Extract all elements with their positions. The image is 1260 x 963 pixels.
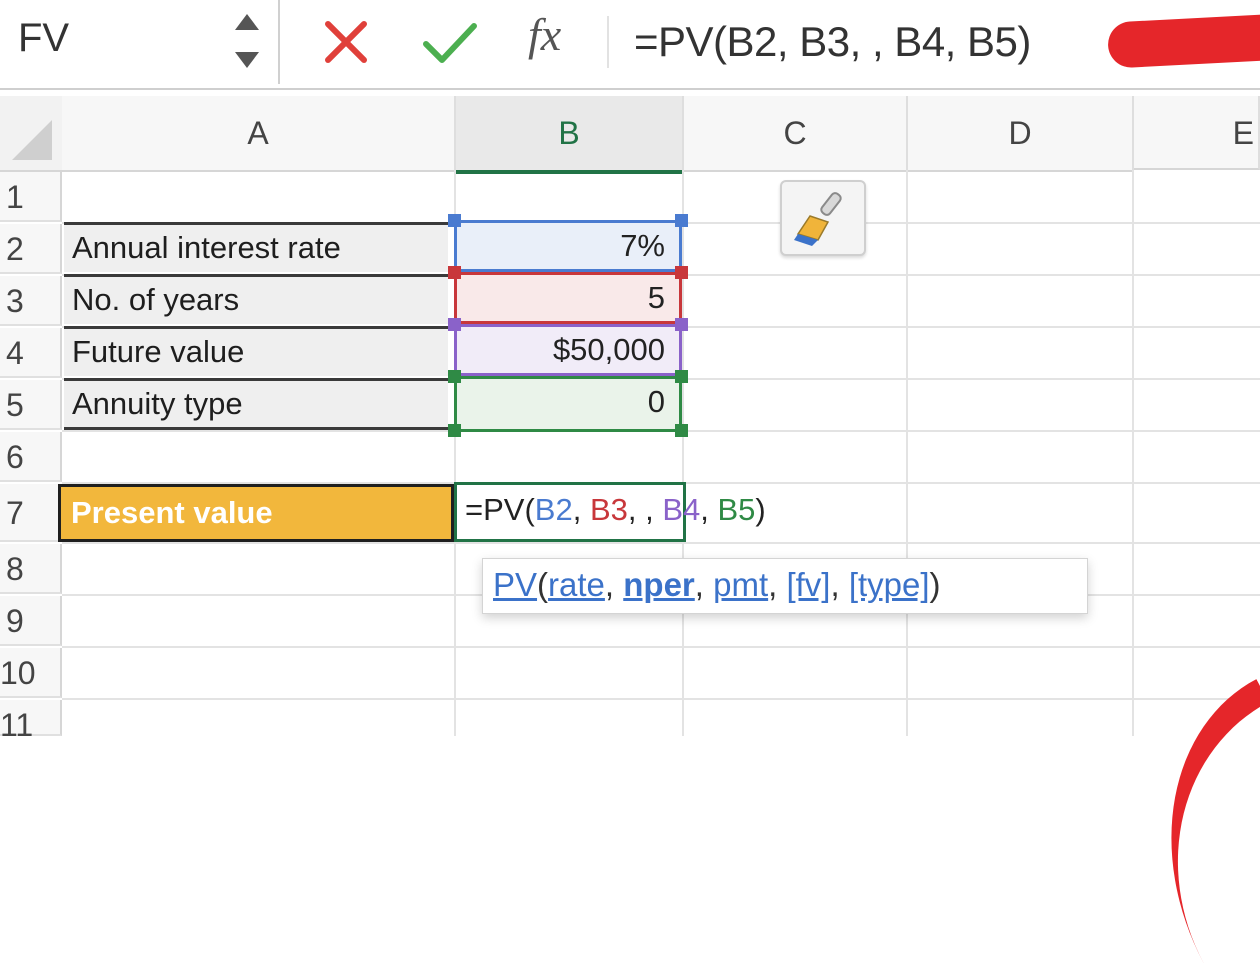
row-header-9[interactable]: 9 bbox=[0, 596, 62, 646]
edit-ref-b2: B2 bbox=[534, 492, 573, 527]
cancel-x-icon[interactable] bbox=[318, 14, 374, 70]
name-box[interactable]: FV bbox=[0, 0, 280, 84]
column-header-b[interactable]: B bbox=[456, 96, 684, 174]
edit-suffix: ) bbox=[755, 492, 766, 527]
cell-b3[interactable]: 5 bbox=[454, 272, 682, 324]
formula-input[interactable]: =PV(B2, B3, , B4, B5) bbox=[634, 18, 1031, 66]
edit-ref-b4: B4 bbox=[662, 492, 701, 527]
tooltip-close: ) bbox=[929, 566, 941, 603]
cell-a2[interactable]: Annual interest rate bbox=[64, 222, 448, 272]
column-header-e[interactable]: E bbox=[1134, 96, 1260, 170]
tooltip-arg-rate[interactable]: rate bbox=[548, 566, 605, 603]
edit-sep-2: , , bbox=[627, 492, 663, 527]
paintbrush-icon[interactable] bbox=[780, 180, 866, 256]
column-header-a[interactable]: A bbox=[62, 96, 456, 172]
row-header-2[interactable]: 2 bbox=[0, 224, 62, 274]
row-header-3[interactable]: 3 bbox=[0, 276, 62, 326]
red-annotation-swoosh bbox=[1097, 678, 1260, 963]
tooltip-fn-link[interactable]: PV bbox=[493, 566, 537, 603]
confirm-check-icon[interactable] bbox=[418, 14, 482, 70]
formula-bar: FV fx =PV(B2, B3, , B4, B5) bbox=[0, 0, 1260, 90]
cell-b2[interactable]: 7% bbox=[454, 220, 682, 272]
row-header-1[interactable]: 1 bbox=[0, 172, 62, 222]
fx-icon[interactable]: fx bbox=[528, 8, 561, 61]
tooltip-comma-4: , bbox=[830, 566, 849, 603]
edit-prefix: =PV( bbox=[465, 492, 535, 527]
row-header-5[interactable]: 5 bbox=[0, 380, 62, 430]
formula-separator bbox=[607, 16, 609, 68]
column-header-c[interactable]: C bbox=[684, 96, 908, 172]
column-header-d[interactable]: D bbox=[908, 96, 1134, 172]
cell-a5[interactable]: Annuity type bbox=[64, 378, 448, 430]
tooltip-comma-1: , bbox=[604, 566, 624, 603]
spreadsheet-grid: A B C D E 1 2 3 4 5 6 7 8 9 10 11 Annual… bbox=[0, 96, 1260, 963]
tooltip-arg-pmt[interactable]: pmt bbox=[713, 566, 768, 603]
edit-sep-3: , bbox=[700, 492, 718, 527]
tooltip-arg-fv[interactable]: [fv] bbox=[786, 566, 830, 603]
edit-sep-1: , bbox=[572, 492, 590, 527]
cell-a7-present-value[interactable]: Present value bbox=[58, 484, 454, 542]
edit-ref-b5: B5 bbox=[717, 492, 756, 527]
cell-b5[interactable]: 0 bbox=[454, 376, 682, 432]
tooltip-arg-type[interactable]: [type] bbox=[849, 566, 930, 603]
tooltip-arg-nper[interactable]: nper bbox=[623, 566, 695, 603]
tooltip-comma-2: , bbox=[694, 566, 714, 603]
spinner-arrows-icon[interactable] bbox=[232, 10, 262, 74]
row-header-11[interactable]: 11 bbox=[0, 700, 62, 743]
row-header-4[interactable]: 4 bbox=[0, 328, 62, 378]
tooltip-open: ( bbox=[537, 566, 549, 603]
cell-b4[interactable]: $50,000 bbox=[454, 324, 682, 376]
cell-a4[interactable]: Future value bbox=[64, 326, 448, 376]
select-all-corner[interactable] bbox=[0, 96, 64, 172]
tooltip-comma-3: , bbox=[768, 566, 787, 603]
cell-a3[interactable]: No. of years bbox=[64, 274, 448, 324]
name-box-value[interactable]: FV bbox=[18, 16, 69, 61]
cell-b7-editing[interactable]: =PV(B2, B3, , B4, B5) bbox=[454, 482, 766, 542]
row-header-7[interactable]: 7 bbox=[0, 484, 62, 542]
row-header-8[interactable]: 8 bbox=[0, 544, 62, 594]
function-tooltip: PV(rate, nper, pmt, [fv], [type]) bbox=[482, 558, 1088, 614]
red-annotation-mark bbox=[1106, 13, 1260, 69]
row-header-6[interactable]: 6 bbox=[0, 432, 62, 482]
row-header-10[interactable]: 10 bbox=[0, 648, 62, 698]
edit-ref-b3: B3 bbox=[589, 492, 628, 527]
